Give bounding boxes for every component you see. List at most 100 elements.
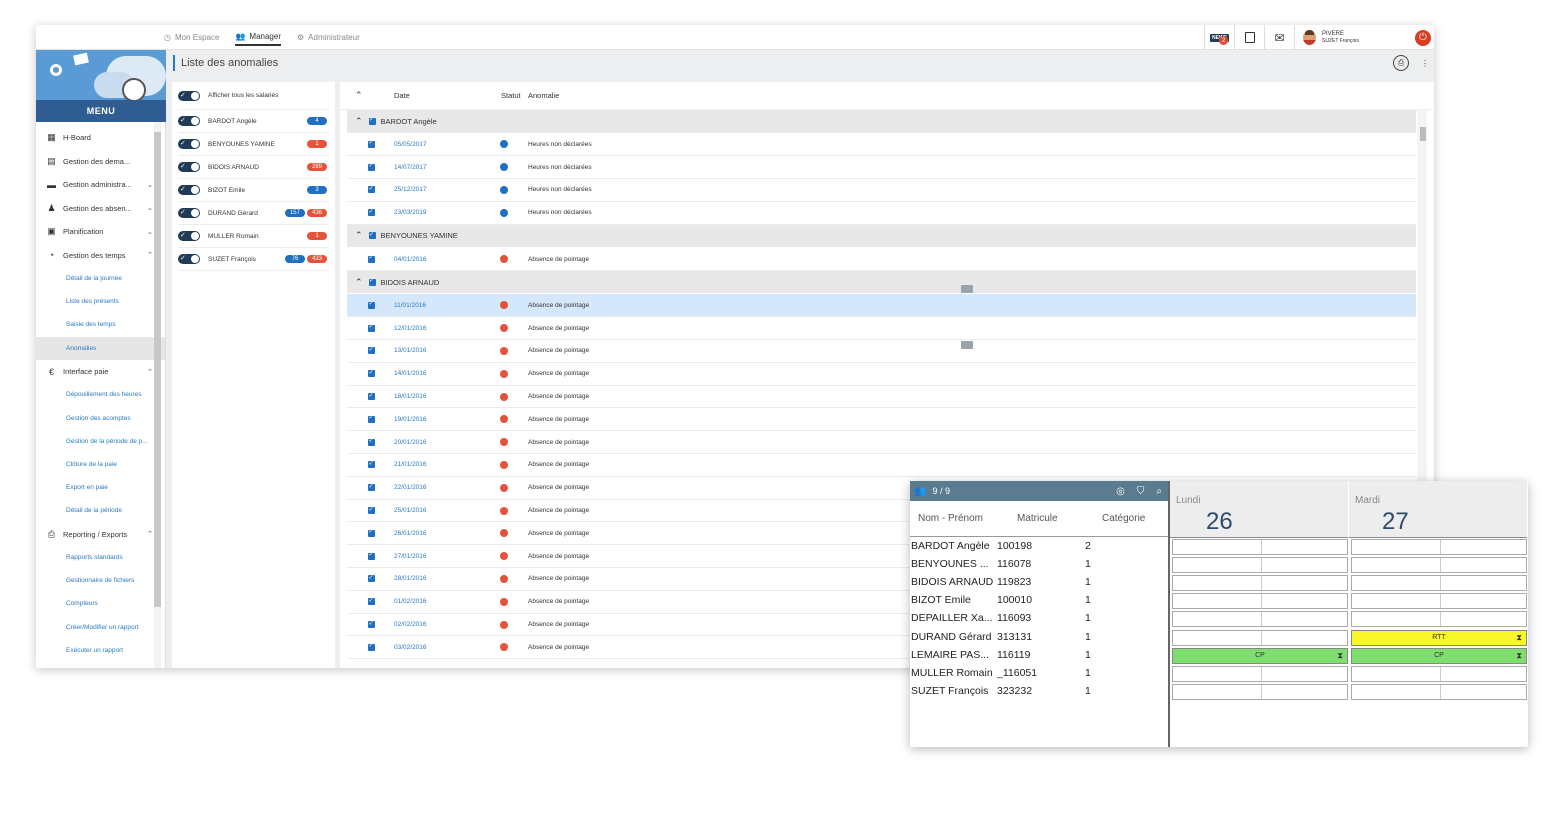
show-all-row[interactable]: Afficher tous les salariés <box>178 82 329 110</box>
planning-cell[interactable] <box>1351 683 1527 700</box>
nav-manager[interactable]: 👥 Manager <box>235 29 281 46</box>
row-checkbox[interactable] <box>368 369 375 378</box>
planning-employee-row[interactable]: LEMAIRE PAS... 116119 1 <box>910 646 1168 664</box>
row-checkbox[interactable] <box>368 574 375 583</box>
anomaly-date[interactable]: 26/01/2016 <box>394 530 427 537</box>
row-checkbox[interactable] <box>368 414 375 423</box>
drag-handle-icon[interactable] <box>961 285 973 293</box>
sidebar-item-5[interactable]: ◔ Gestion des temps ⌃ <box>36 244 165 268</box>
planning-cell[interactable] <box>1172 665 1348 682</box>
row-checkbox[interactable] <box>368 323 375 332</box>
row-checkbox[interactable] <box>368 208 375 217</box>
planning-cell[interactable] <box>1172 611 1348 628</box>
planning-employee-row[interactable]: MULLER Romain _116051 1 <box>910 664 1168 682</box>
anomaly-date[interactable]: 23/03/2019 <box>394 209 427 216</box>
anomaly-date[interactable]: 11/01/2016 <box>394 302 426 309</box>
news-button[interactable]: NEWS 2 <box>1204 25 1234 50</box>
employee-row[interactable]: MULLER Romain 1 <box>178 225 329 248</box>
chevron-up-icon[interactable]: ⌃ <box>355 116 363 127</box>
table-row[interactable]: 19/01/2016 Absence de pointage <box>347 408 1416 432</box>
sidebar-subitem[interactable]: Liste des présents <box>36 290 165 313</box>
search-icon[interactable]: ⌕ <box>1156 486 1162 497</box>
row-checkbox[interactable] <box>368 392 375 401</box>
anomaly-date[interactable]: 14/07/2017 <box>394 164 427 171</box>
anomaly-date[interactable]: 14/01/2016 <box>394 370 427 377</box>
employee-toggle[interactable] <box>178 116 200 126</box>
anomaly-date[interactable]: 21/01/2016 <box>394 461 427 468</box>
sidebar-subitem[interactable]: Dépouillement des heures <box>36 383 165 406</box>
anomaly-date[interactable]: 19/01/2016 <box>394 416 427 423</box>
sidebar-subitem[interactable]: Créer/Modifier un rapport <box>36 615 165 638</box>
anomaly-date[interactable]: 13/01/2016 <box>394 347 427 354</box>
employee-toggle[interactable] <box>178 185 200 195</box>
row-checkbox[interactable] <box>368 483 375 492</box>
column-categorie[interactable]: Catégorie <box>1102 513 1145 524</box>
anomaly-date[interactable]: 02/02/2016 <box>394 621 427 628</box>
sidebar-item-interface-paie[interactable]: € Interface paie ⌃ <box>36 360 165 384</box>
employee-toggle[interactable] <box>178 208 200 218</box>
anomaly-date[interactable]: 18/01/2016 <box>394 393 427 400</box>
employee-toggle[interactable] <box>178 231 200 241</box>
row-checkbox[interactable] <box>368 300 375 309</box>
employee-row[interactable]: BIDOIS ARNAUD 289 <box>178 156 329 179</box>
sidebar-item-4[interactable]: ▣ Planification ⌄ <box>36 220 165 244</box>
group-checkbox[interactable] <box>368 231 376 240</box>
sidebar-item-0[interactable]: ▦ H-Board <box>36 126 165 150</box>
planning-cell[interactable] <box>1172 575 1348 592</box>
planning-employee-row[interactable]: DEPAILLER Xa... 116093 1 <box>910 609 1168 627</box>
row-checkbox[interactable] <box>368 597 375 606</box>
row-checkbox[interactable] <box>368 551 375 560</box>
sidebar-subitem[interactable]: Export en paie <box>36 476 165 499</box>
sidebar-subitem[interactable]: Clôture de la paie <box>36 453 165 476</box>
group-header[interactable]: ⌃ BARDOT Angèle <box>347 110 1416 134</box>
table-row[interactable]: 20/01/2016 Absence de pointage <box>347 431 1416 455</box>
anomaly-date[interactable]: 03/02/2016 <box>394 644 427 651</box>
sidebar-subitem[interactable]: Gestion de la période de p... <box>36 430 165 453</box>
row-checkbox[interactable] <box>368 620 375 629</box>
row-checkbox[interactable] <box>368 528 375 537</box>
drag-handle-icon[interactable] <box>961 341 973 349</box>
group-checkbox[interactable] <box>368 277 376 286</box>
row-checkbox[interactable] <box>368 460 375 469</box>
column-statut[interactable]: Statut <box>501 91 521 100</box>
employee-row[interactable]: BIZOT Emile 3 <box>178 179 329 202</box>
anomaly-date[interactable]: 04/01/2016 <box>394 256 427 263</box>
chevron-up-icon[interactable]: ⌃ <box>355 277 363 288</box>
anomaly-date[interactable]: 22/01/2016 <box>394 484 427 491</box>
planning-event[interactable]: CP ⧗ <box>1172 647 1348 664</box>
chevron-up-icon[interactable]: ⌃ <box>355 230 363 241</box>
sidebar-subitem[interactable]: Rapports standards <box>36 546 165 569</box>
planning-cell[interactable] <box>1351 575 1527 592</box>
planning-employee-row[interactable]: BARDOT Angèle 100198 2 <box>910 537 1168 555</box>
planning-employee-row[interactable]: BIDOIS ARNAUD 119823 1 <box>910 573 1168 591</box>
table-row[interactable]: 04/01/2016 Absence de pointage <box>347 248 1416 271</box>
planning-cell[interactable] <box>1351 593 1527 610</box>
anomaly-date[interactable]: 01/02/2016 <box>394 598 427 605</box>
planning-cell[interactable] <box>1351 665 1527 682</box>
group-header[interactable]: ⌃ BIDOIS ARNAUD <box>347 270 1416 295</box>
planning-cell[interactable] <box>1351 557 1527 574</box>
group-header[interactable]: ⌃ BENYOUNES YAMINE <box>347 224 1416 249</box>
row-checkbox[interactable] <box>368 185 375 194</box>
menu-banner[interactable]: MENU <box>36 50 166 122</box>
planning-cell[interactable] <box>1172 683 1348 700</box>
table-row[interactable]: 21/01/2016 Absence de pointage <box>347 454 1416 477</box>
row-checkbox[interactable] <box>368 506 375 515</box>
planning-employee-row[interactable]: DURAND Gérard 313131 1 <box>910 627 1168 645</box>
day-header[interactable]: Lundi 26 <box>1170 481 1348 538</box>
table-row[interactable]: 11/01/2016 Absence de pointage <box>347 294 1416 318</box>
sidebar-subitem[interactable]: Saisie des temps <box>36 313 165 336</box>
column-anomalie[interactable]: Anomalie <box>528 91 559 100</box>
employee-row[interactable]: BARDOT Angèle 4 <box>178 110 329 133</box>
collapse-all-icon[interactable]: ⌃ <box>355 90 363 101</box>
sidebar-scroll-thumb[interactable] <box>154 132 161 607</box>
planning-event[interactable]: CP ⧗ <box>1351 647 1527 664</box>
employee-toggle[interactable] <box>178 139 200 149</box>
planning-employee-row[interactable]: SUZET François 323232 1 <box>910 682 1168 700</box>
group-checkbox[interactable] <box>368 116 376 125</box>
anomaly-date[interactable]: 20/01/2016 <box>394 439 427 446</box>
day-header[interactable]: Mardi 27 <box>1349 481 1527 538</box>
sidebar-subitem[interactable]: Anomalies <box>36 336 165 360</box>
anomaly-date[interactable]: 25/12/2017 <box>394 186 427 193</box>
column-matricule[interactable]: Matricule <box>1017 513 1058 524</box>
